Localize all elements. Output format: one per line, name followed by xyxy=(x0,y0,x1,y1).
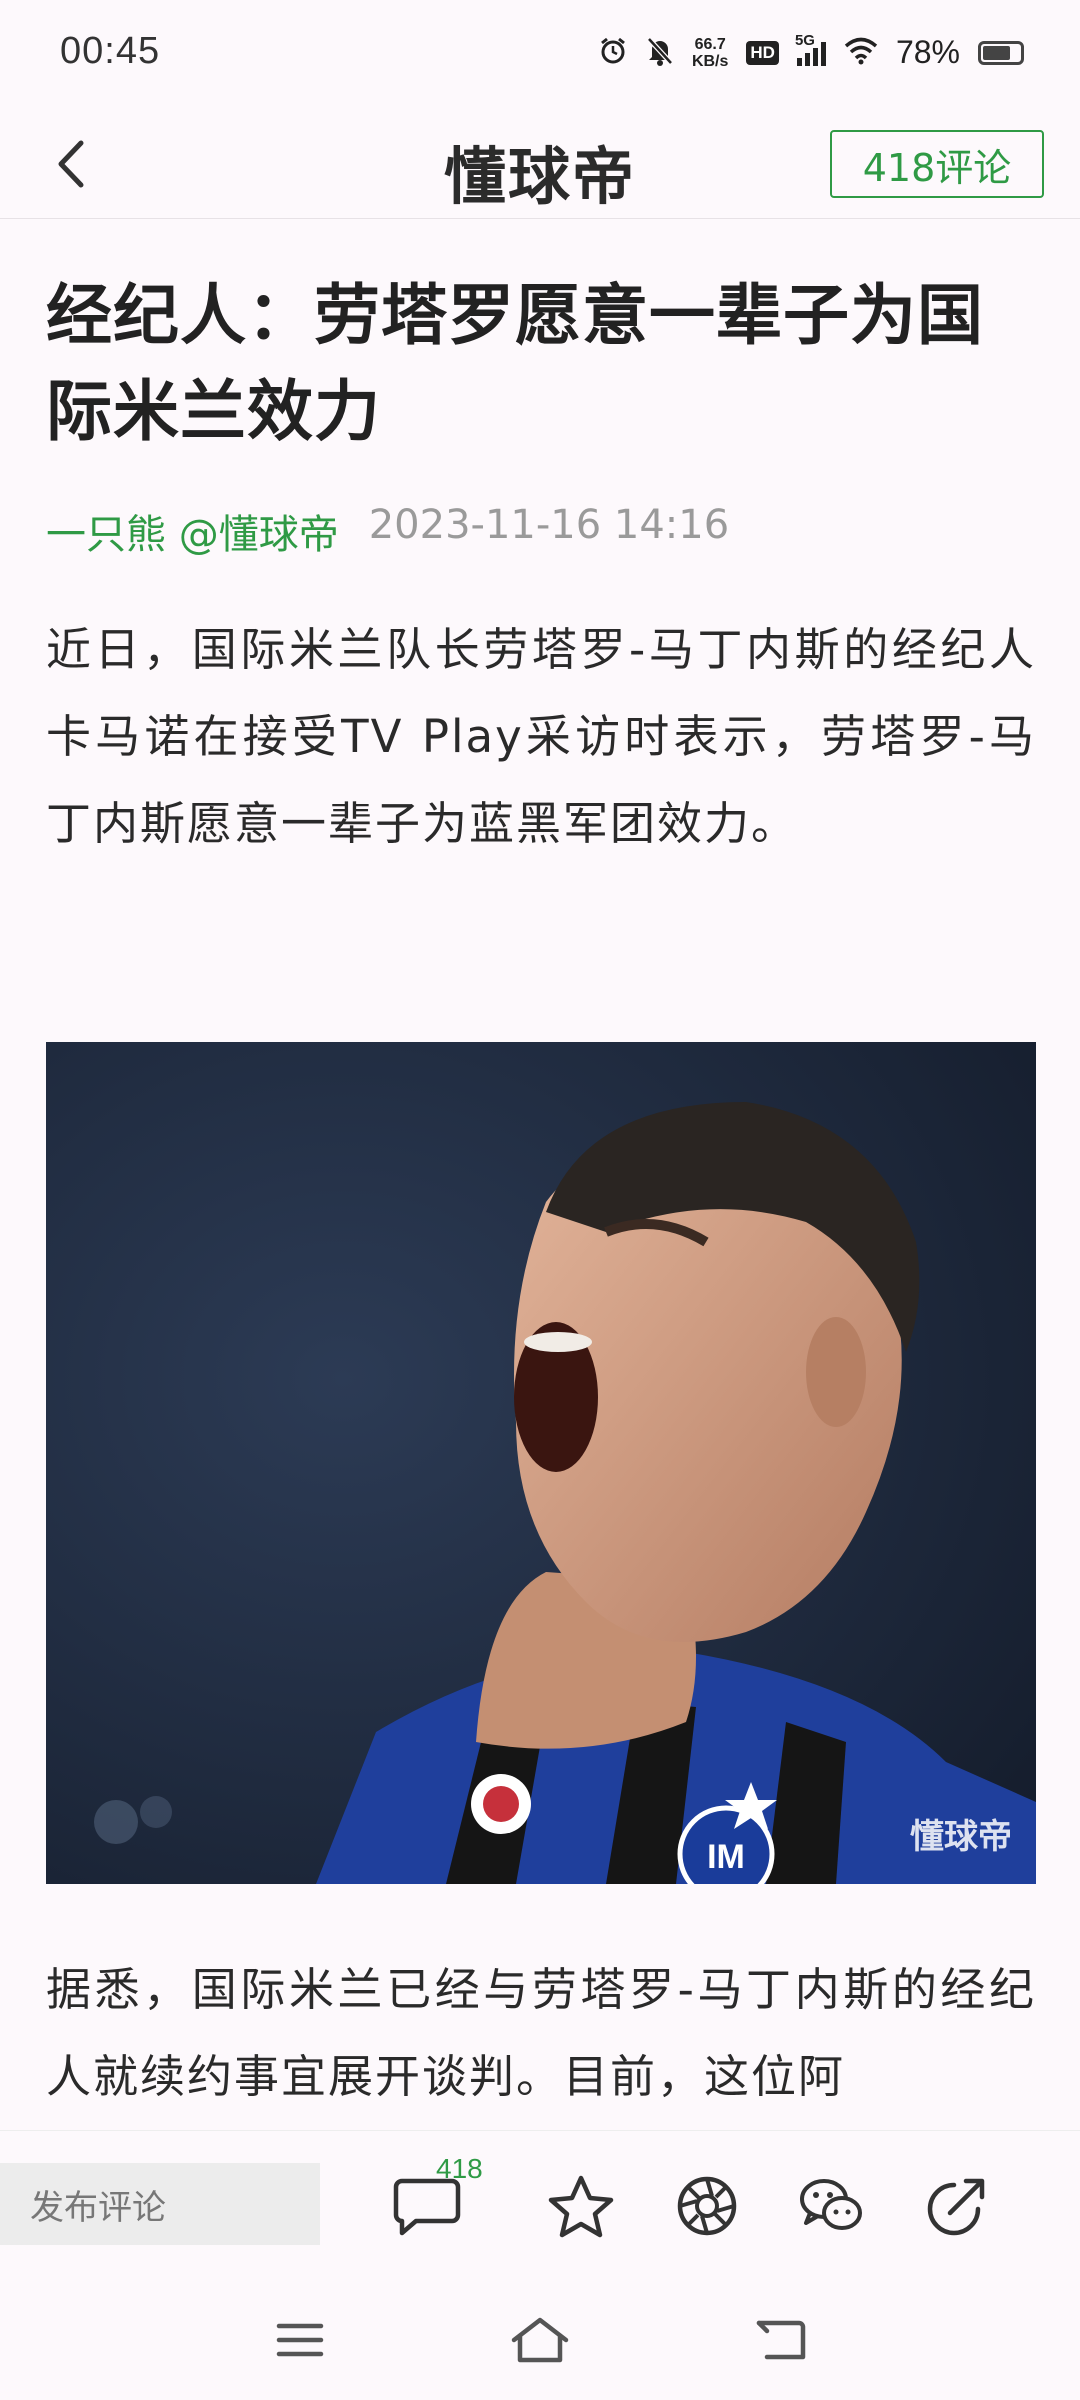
hd-badge: HD xyxy=(746,40,779,65)
action-bar: 发布评论 418 xyxy=(0,2130,1080,2281)
share-moments-button[interactable] xyxy=(672,2171,742,2241)
net-speed: 66.7 KB/s xyxy=(692,36,728,70)
article-title: 经纪人：劳塔罗愿意一辈子为国际米兰效力 xyxy=(46,277,984,450)
player-photo: IM xyxy=(46,1042,1036,1884)
article-paragraph: 近日，国际米兰队长劳塔罗-马丁内斯的经纪人卡马诺在接受TV Play采访时表示，… xyxy=(46,623,1036,850)
menu-icon xyxy=(276,2323,324,2357)
net-speed-unit: KB/s xyxy=(691,52,729,70)
wifi-icon xyxy=(844,37,878,69)
article-paragraph: 据悉，国际米兰已经与劳塔罗-马丁内斯的经纪人就续约事宜展开谈判。目前，这位阿 xyxy=(46,1963,1036,2103)
menu-nav-button[interactable] xyxy=(268,2310,332,2370)
comment-input[interactable]: 发布评论 xyxy=(0,2163,320,2245)
photo-watermark: 懂球帝 xyxy=(910,1817,1012,1857)
network-type: 5G xyxy=(794,31,815,49)
status-icons: 66.7 KB/s HD 5G 78% xyxy=(598,32,1024,71)
article-author[interactable]: 一只熊 @懂球帝 xyxy=(46,502,339,560)
comments-button[interactable]: 418评论 xyxy=(830,130,1044,198)
battery-icon xyxy=(978,40,1024,65)
article: 经纪人：劳塔罗愿意一辈子为国际米兰效力 一只熊 @懂球帝 2023-11-16 … xyxy=(46,268,1036,867)
alarm-icon xyxy=(598,36,628,70)
header: 懂球帝 418评论 xyxy=(0,112,1080,219)
comment-count-badge: 418 xyxy=(436,2153,483,2184)
system-nav-bar xyxy=(0,2280,1080,2400)
wechat-icon xyxy=(800,2179,862,2230)
status-time: 00:45 xyxy=(60,30,161,72)
home-nav-button[interactable] xyxy=(508,2310,572,2370)
star-icon xyxy=(548,2175,614,2238)
signal-icon: 5G xyxy=(795,32,826,66)
status-bar: 00:45 66.7 KB/s HD 5G 78% xyxy=(0,0,1080,112)
moments-icon xyxy=(677,2176,737,2236)
comment-button[interactable]: 418 xyxy=(392,2153,483,2241)
share-wechat-button[interactable] xyxy=(796,2171,866,2241)
share-icon xyxy=(927,2178,985,2236)
favorite-button[interactable] xyxy=(546,2171,616,2241)
svg-text:IM: IM xyxy=(707,1838,745,1876)
battery-percent: 78% xyxy=(895,34,960,70)
article-date: 2023-11-16 14:16 xyxy=(368,502,730,548)
net-speed-value: 66.7 xyxy=(694,35,726,53)
home-icon xyxy=(511,2317,569,2363)
article-meta: 一只熊 @懂球帝 2023-11-16 14:16 xyxy=(46,502,1036,560)
article-photo[interactable]: IM 懂球帝 xyxy=(46,1042,1036,1884)
back-nav-button[interactable] xyxy=(748,2310,812,2370)
share-button[interactable] xyxy=(922,2171,992,2241)
back-nav-icon xyxy=(756,2320,806,2360)
mute-icon xyxy=(646,36,674,70)
